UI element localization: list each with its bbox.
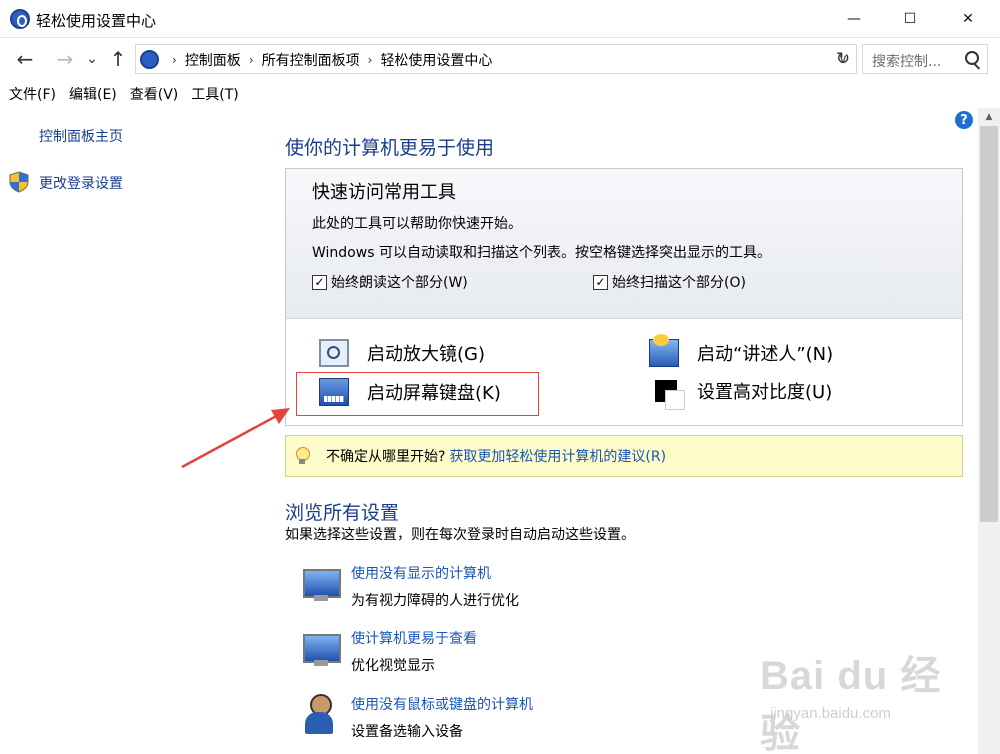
set-high-contrast-label: 设置高对比度(U) bbox=[697, 382, 833, 403]
menu-tools[interactable]: 工具(T) bbox=[191, 84, 238, 104]
page-title: 使你的计算机更易于使用 bbox=[285, 137, 495, 159]
control-panel-icon bbox=[140, 50, 159, 69]
make-easier-to-see-desc: 优化视觉显示 bbox=[351, 658, 435, 674]
breadcrumb-separator: › bbox=[172, 53, 177, 67]
search-placeholder: 搜索控制... bbox=[872, 54, 942, 70]
breadcrumb-separator: › bbox=[367, 53, 373, 67]
start-narrator-button[interactable]: 启动“讲述人”(N) bbox=[649, 334, 834, 367]
quick-access-header: 快速访问常用工具 此处的工具可以帮助你快速开始。 Windows 可以自动读取和… bbox=[286, 169, 962, 319]
breadcrumb-separator: › bbox=[248, 53, 254, 67]
checkbox-checked[interactable]: ✓ bbox=[593, 274, 608, 290]
use-without-display-link[interactable]: 使用没有显示的计算机 bbox=[351, 563, 491, 583]
breadcrumb-control-panel[interactable]: 控制面板 bbox=[185, 50, 241, 70]
use-without-mouse-keyboard-desc: 设置备选输入设备 bbox=[351, 724, 463, 740]
get-recommendations-link[interactable]: 获取更加轻松使用计算机的建议(R) bbox=[449, 446, 666, 466]
make-easier-to-see-link[interactable]: 使计算机更易于查看 bbox=[351, 628, 477, 648]
forward-button[interactable]: → bbox=[52, 46, 78, 72]
person-icon bbox=[300, 694, 342, 736]
quick-access-desc: 此处的工具可以帮助你快速开始。 bbox=[312, 216, 522, 232]
search-input[interactable]: 搜索控制... bbox=[862, 44, 988, 74]
quick-access-scan-desc: Windows 可以自动读取和扫描这个列表。按空格键选择突出显示的工具。 bbox=[312, 245, 771, 261]
help-icon[interactable]: ? bbox=[955, 111, 973, 129]
breadcrumb: › 控制面板 › 所有控制面板项 › 轻松使用设置中心 bbox=[164, 50, 492, 70]
minimize-button[interactable]: — bbox=[826, 0, 882, 38]
use-without-mouse-keyboard-link[interactable]: 使用没有鼠标或键盘的计算机 bbox=[351, 694, 533, 714]
navigation-bar: ← → ⌄ ↑ › 控制面板 › 所有控制面板项 › 轻松使用设置中心 ∨ ↻ … bbox=[0, 38, 1000, 80]
start-narrator-label: 启动“讲述人”(N) bbox=[697, 344, 834, 365]
menu-view[interactable]: 查看(V) bbox=[130, 84, 179, 104]
menu-bar: 文件(F) 编辑(E) 查看(V) 工具(T) bbox=[0, 80, 1000, 108]
watermark-url: jingyan.baidu.com bbox=[770, 705, 891, 722]
tip-text: 不确定从哪里开始? bbox=[326, 449, 446, 465]
back-button[interactable]: ← bbox=[12, 46, 38, 72]
watermark-logo: Bai du 经验 bbox=[760, 654, 942, 754]
start-magnifier-button[interactable]: 启动放大镜(G) bbox=[319, 339, 485, 367]
high-contrast-icon bbox=[655, 380, 685, 410]
always-read-label: 始终朗读这个部分(W) bbox=[331, 275, 468, 291]
ease-of-access-icon bbox=[10, 9, 30, 29]
quick-access-title: 快速访问常用工具 bbox=[312, 182, 456, 203]
set-high-contrast-button[interactable]: 设置高对比度(U) bbox=[655, 378, 833, 410]
change-login-settings-link[interactable]: 更改登录设置 bbox=[39, 173, 123, 193]
refresh-button[interactable]: ↻ bbox=[830, 46, 856, 72]
search-icon[interactable] bbox=[965, 51, 979, 65]
menu-file[interactable]: 文件(F) bbox=[9, 84, 56, 104]
maximize-button[interactable]: ☐ bbox=[882, 0, 938, 38]
lightbulb-icon bbox=[296, 447, 310, 465]
magnifier-icon bbox=[319, 339, 349, 367]
close-button[interactable]: ✕ bbox=[940, 0, 996, 38]
always-scan-checkbox[interactable]: ✓ 始终扫描这个部分(O) bbox=[593, 272, 746, 292]
list-item: 使用没有显示的计算机 为有视力障碍的人进行优化 bbox=[300, 563, 900, 619]
scroll-up-arrow-icon[interactable]: ▲ bbox=[978, 108, 1000, 125]
address-bar[interactable]: › 控制面板 › 所有控制面板项 › 轻松使用设置中心 ∨ bbox=[135, 44, 857, 74]
up-button[interactable]: ↑ bbox=[106, 46, 130, 72]
window-title: 轻松使用设置中心 bbox=[36, 12, 157, 30]
always-read-checkbox[interactable]: ✓ 始终朗读这个部分(W) bbox=[312, 272, 468, 292]
control-panel-home-link[interactable]: 控制面板主页 bbox=[39, 126, 123, 146]
monitor-speech-icon bbox=[300, 563, 342, 605]
left-pane: 控制面板主页 更改登录设置 bbox=[0, 108, 272, 754]
use-without-display-desc: 为有视力障碍的人进行优化 bbox=[351, 593, 519, 609]
breadcrumb-all-items[interactable]: 所有控制面板项 bbox=[262, 50, 360, 70]
checkbox-checked[interactable]: ✓ bbox=[312, 274, 327, 290]
baidu-watermark: Bai du 经验 jingyan.baidu.com bbox=[760, 643, 980, 754]
uac-shield-icon bbox=[9, 171, 29, 193]
breadcrumb-ease-of-access[interactable]: 轻松使用设置中心 bbox=[380, 50, 492, 70]
menu-edit[interactable]: 编辑(E) bbox=[69, 84, 117, 104]
narrator-icon bbox=[649, 334, 679, 367]
scroll-thumb[interactable] bbox=[980, 126, 998, 522]
recent-locations-button[interactable]: ⌄ bbox=[84, 46, 100, 72]
browse-settings-desc: 如果选择这些设置，则在每次登录时自动启动这些设置。 bbox=[285, 527, 635, 543]
suggestion-tip: 不确定从哪里开始? 获取更加轻松使用计算机的建议(R) bbox=[285, 435, 963, 477]
annotation-highlight-box bbox=[296, 372, 539, 416]
start-magnifier-label: 启动放大镜(G) bbox=[367, 344, 485, 365]
vertical-scrollbar[interactable]: ▲ bbox=[978, 108, 1000, 754]
title-bar: 轻松使用设置中心 — ☐ ✕ bbox=[0, 0, 1000, 38]
monitor-magnifier-icon bbox=[300, 628, 342, 670]
browse-settings-heading: 浏览所有设置 bbox=[285, 502, 400, 524]
always-scan-label: 始终扫描这个部分(O) bbox=[612, 275, 746, 291]
